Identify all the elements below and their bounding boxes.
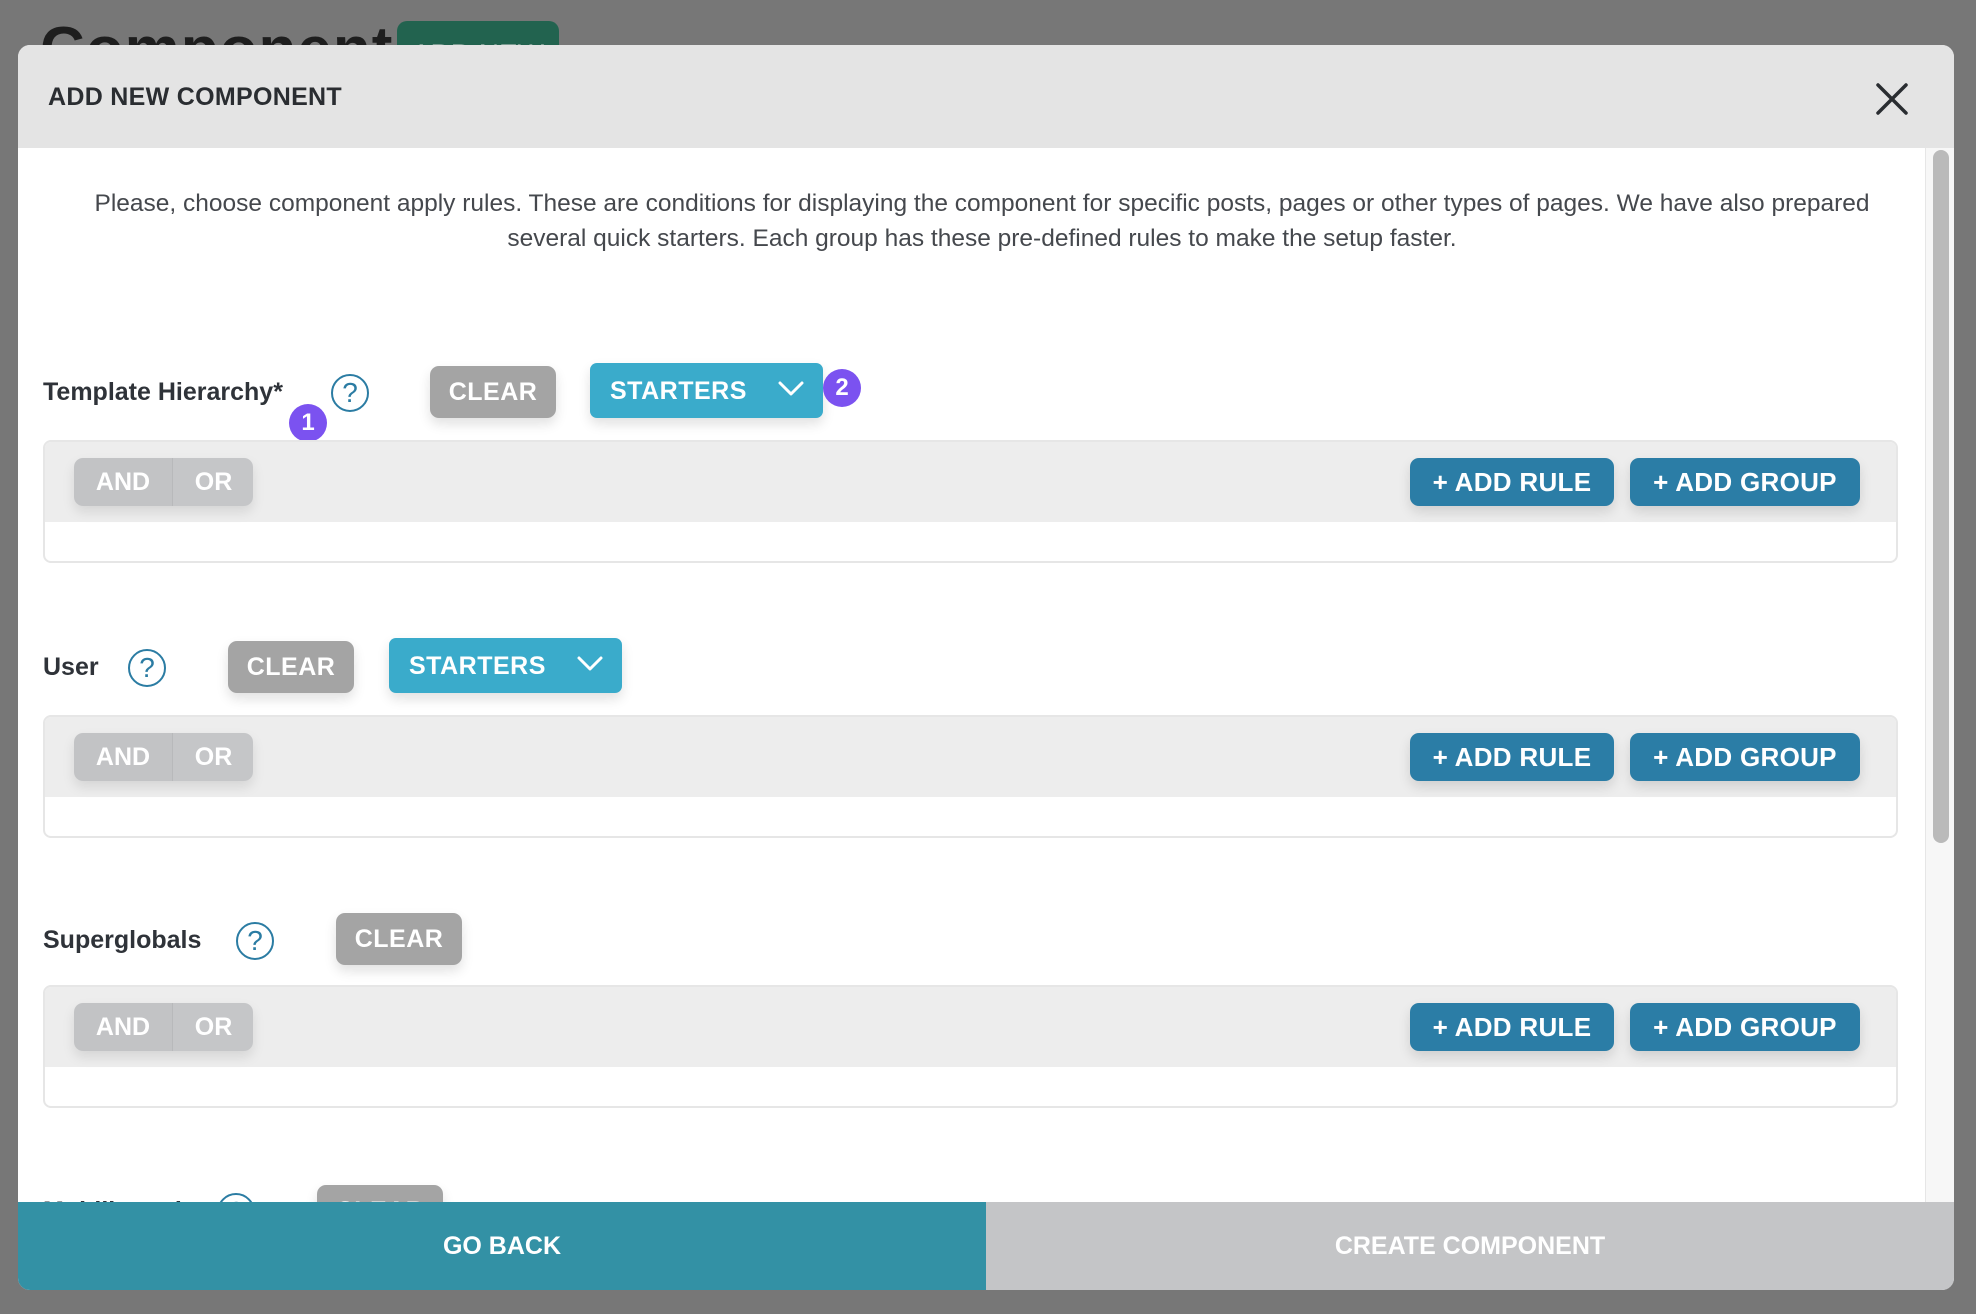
add-group-button[interactable]: + ADD GROUP <box>1630 458 1860 506</box>
help-icon[interactable]: ? <box>331 374 369 412</box>
annotation-badge-1: 1 <box>289 404 327 442</box>
and-toggle[interactable]: AND <box>74 458 172 506</box>
add-rule-button[interactable]: + ADD RULE <box>1410 733 1614 781</box>
and-toggle[interactable]: AND <box>74 1003 172 1051</box>
add-group-button[interactable]: + ADD GROUP <box>1630 1003 1860 1051</box>
starters-label: STARTERS <box>409 652 546 680</box>
and-or-toggle: AND OR <box>74 458 253 506</box>
modal-scrollbar[interactable] <box>1925 148 1954 1202</box>
modal-footer: GO BACK CREATE COMPONENT <box>18 1202 1954 1290</box>
close-button[interactable] <box>1872 79 1912 119</box>
go-back-button[interactable]: GO BACK <box>18 1202 986 1290</box>
modal-body: Please, choose component apply rules. Th… <box>18 148 1954 1202</box>
starters-dropdown-template-hierarchy[interactable]: STARTERS <box>590 363 823 418</box>
rule-builder-user: AND OR + ADD RULE + ADD GROUP <box>43 715 1898 838</box>
rule-builder-header: AND OR + ADD RULE + ADD GROUP <box>45 442 1896 522</box>
add-component-modal: ADD NEW COMPONENT Please, choose compone… <box>18 45 1954 1290</box>
chevron-down-icon <box>778 381 804 396</box>
clear-button-user[interactable]: CLEAR <box>228 641 354 693</box>
or-toggle[interactable]: OR <box>172 733 253 781</box>
clear-button-multilingual[interactable]: CLEAR <box>317 1185 443 1202</box>
description-text: Please, choose component apply rules. Th… <box>94 190 1870 252</box>
rule-builder-header: AND OR + ADD RULE + ADD GROUP <box>45 717 1896 797</box>
clear-button-template-hierarchy[interactable]: CLEAR <box>430 366 556 418</box>
help-icon[interactable]: ? <box>236 922 274 960</box>
rule-builder-superglobals: AND OR + ADD RULE + ADD GROUP <box>43 985 1898 1108</box>
section-label-superglobals: Superglobals <box>43 926 202 954</box>
modal-header: ADD NEW COMPONENT <box>18 45 1954 148</box>
and-or-toggle: AND OR <box>74 733 253 781</box>
starters-label: STARTERS <box>610 377 747 405</box>
modal-title: ADD NEW COMPONENT <box>48 83 342 111</box>
chevron-down-icon <box>577 656 603 671</box>
starters-dropdown-user[interactable]: STARTERS <box>389 638 622 693</box>
close-icon <box>1876 83 1908 115</box>
or-toggle[interactable]: OR <box>172 458 253 506</box>
help-icon[interactable]: ? <box>217 1193 255 1202</box>
add-rule-button[interactable]: + ADD RULE <box>1410 458 1614 506</box>
and-or-toggle: AND OR <box>74 1003 253 1051</box>
help-icon[interactable]: ? <box>128 649 166 687</box>
add-rule-button[interactable]: + ADD RULE <box>1410 1003 1614 1051</box>
scrollbar-thumb[interactable] <box>1933 150 1949 843</box>
or-toggle[interactable]: OR <box>172 1003 253 1051</box>
section-label-user: User <box>43 653 99 681</box>
add-group-button[interactable]: + ADD GROUP <box>1630 733 1860 781</box>
create-component-button[interactable]: CREATE COMPONENT <box>986 1202 1954 1290</box>
clear-button-superglobals[interactable]: CLEAR <box>336 913 462 965</box>
rule-builder-header: AND OR + ADD RULE + ADD GROUP <box>45 987 1896 1067</box>
and-toggle[interactable]: AND <box>74 733 172 781</box>
annotation-badge-2: 2 <box>823 369 861 407</box>
rule-builder-template-hierarchy: AND OR + ADD RULE + ADD GROUP <box>43 440 1898 563</box>
section-label-template-hierarchy: Template Hierarchy* <box>43 378 283 406</box>
